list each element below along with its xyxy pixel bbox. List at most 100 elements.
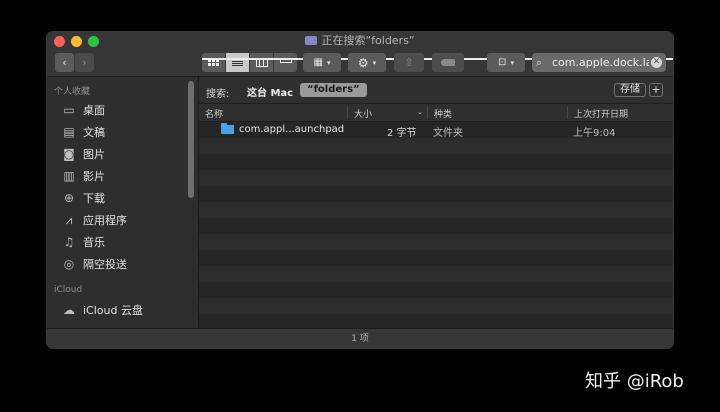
dropbox-button[interactable]: ⊡ ▾ bbox=[487, 53, 525, 72]
column-divider[interactable] bbox=[427, 106, 428, 119]
file-name-cell: com.appl...aunchpad bbox=[221, 123, 345, 135]
search-icon: ⌕ bbox=[536, 55, 543, 69]
chevron-left-icon: ‹ bbox=[62, 56, 67, 69]
column-divider[interactable] bbox=[567, 106, 568, 119]
sidebar-item-movies[interactable]: ▥ 影片 bbox=[61, 167, 105, 185]
back-button[interactable]: ‹ bbox=[55, 53, 74, 72]
sidebar-item-pictures[interactable]: ◙ 图片 bbox=[61, 145, 105, 163]
add-criteria-button[interactable]: + bbox=[649, 83, 663, 97]
title-bar: 正在搜索“folders” ‹ › ▦ ▾ ⚙ ▾ ⇧ ⊡ ▾ ⌕ com.ap… bbox=[47, 32, 673, 77]
file-rows: com.appl...aunchpad 2 字节 文件夹 上午9:04 bbox=[199, 122, 673, 328]
sidebar-item-documents[interactable]: ▤ 文稿 bbox=[61, 123, 105, 141]
dropbox-icon: ⊡ bbox=[498, 57, 507, 68]
cloud-icon: ☁ bbox=[63, 303, 75, 317]
empty-row bbox=[199, 250, 673, 266]
smart-folder-icon bbox=[305, 36, 318, 45]
airdrop-icon: ◎ bbox=[63, 257, 75, 271]
scope-folders-token[interactable]: “folders” bbox=[300, 83, 367, 97]
column-date-header[interactable]: 上次打开日期 bbox=[574, 107, 628, 120]
share-icon: ⇧ bbox=[404, 56, 414, 69]
list-view-button[interactable] bbox=[226, 53, 249, 72]
watermark-text: 知乎 @iRob bbox=[585, 371, 684, 392]
group-grid-icon: ▦ bbox=[313, 57, 323, 68]
search-input[interactable]: ⌕ com.apple.dock.lau ✕ bbox=[532, 53, 666, 72]
empty-row bbox=[199, 282, 673, 298]
sidebar-item-label: 桌面 bbox=[83, 104, 105, 117]
sidebar-favorites-header: 个人收藏 bbox=[54, 87, 91, 97]
column-divider[interactable] bbox=[347, 106, 348, 119]
view-mode-group bbox=[202, 53, 673, 72]
sidebar-item-label: 图片 bbox=[83, 148, 105, 161]
camera-icon: ◙ bbox=[63, 147, 75, 161]
column-kind-header[interactable]: 种类 bbox=[434, 107, 452, 120]
forward-button[interactable]: › bbox=[75, 53, 94, 72]
search-scope-bar: 搜索: 这台 Mac “folders” 存储 + bbox=[199, 77, 673, 104]
applications-icon: ⩘ bbox=[65, 212, 73, 227]
sidebar-item-label: 影片 bbox=[83, 170, 105, 183]
share-button[interactable]: ⇧ bbox=[394, 53, 424, 72]
desktop-icon: ▭ bbox=[63, 103, 75, 117]
empty-row bbox=[199, 298, 673, 314]
file-size: 2 字节 bbox=[387, 128, 417, 139]
tag-icon bbox=[441, 59, 455, 66]
scope-label: 搜索: bbox=[206, 89, 230, 100]
sidebar-item-airdrop[interactable]: ◎ 隔空投送 bbox=[61, 255, 127, 273]
sidebar-item-applications[interactable]: ⩘ 应用程序 bbox=[61, 211, 127, 229]
column-size-header[interactable]: 大小 bbox=[354, 107, 372, 120]
search-value: com.apple.dock.lau bbox=[552, 56, 649, 69]
sidebar-item-desktop[interactable]: ▭ 桌面 bbox=[61, 101, 105, 119]
chevron-right-icon: › bbox=[82, 56, 87, 69]
sidebar-item-label: 下载 bbox=[83, 192, 105, 205]
gallery-icon bbox=[202, 58, 673, 67]
gallery-view-button[interactable] bbox=[202, 53, 673, 72]
action-button[interactable]: ⚙ ▾ bbox=[348, 53, 386, 72]
music-icon: ♫ bbox=[63, 235, 75, 249]
chevron-down-icon: ▾ bbox=[326, 58, 331, 67]
file-date: 上午9:04 bbox=[573, 128, 616, 139]
scope-this-mac[interactable]: 这台 Mac bbox=[247, 84, 293, 99]
status-bar: 1 项 bbox=[47, 328, 673, 348]
file-row[interactable]: com.appl...aunchpad 2 字节 文件夹 上午9:04 bbox=[199, 122, 673, 139]
sidebar-item-label: 音乐 bbox=[83, 236, 105, 249]
sidebar-scrollbar[interactable] bbox=[188, 81, 194, 198]
window-title-text: 正在搜索“folders” bbox=[321, 34, 415, 47]
file-list-area: 搜索: 这台 Mac “folders” 存储 + 名称 大小 ⌄ 种类 上次打… bbox=[199, 77, 673, 328]
folder-icon bbox=[221, 123, 234, 134]
empty-row bbox=[199, 186, 673, 202]
sidebar-item-downloads[interactable]: ⊕ 下载 bbox=[61, 189, 105, 207]
empty-row bbox=[199, 202, 673, 218]
empty-row bbox=[199, 266, 673, 282]
empty-row bbox=[199, 218, 673, 234]
gear-icon: ⚙ bbox=[357, 55, 369, 70]
chevron-down-icon: ▾ bbox=[372, 58, 377, 67]
empty-row bbox=[199, 138, 673, 154]
empty-row bbox=[199, 234, 673, 250]
sort-chevron-icon: ⌄ bbox=[417, 108, 423, 116]
column-header: 名称 大小 ⌄ 种类 上次打开日期 bbox=[199, 104, 673, 122]
icon-view-button[interactable] bbox=[202, 53, 225, 72]
download-icon: ⊕ bbox=[63, 191, 75, 205]
save-search-button[interactable]: 存储 bbox=[614, 83, 646, 97]
sidebar-item-label: iCloud 云盘 bbox=[83, 304, 143, 317]
group-button[interactable]: ▦ ▾ bbox=[303, 53, 341, 72]
sidebar-item-label: 应用程序 bbox=[83, 214, 127, 227]
finder-window: 正在搜索“folders” ‹ › ▦ ▾ ⚙ ▾ ⇧ ⊡ ▾ ⌕ com.ap… bbox=[47, 32, 673, 348]
chevron-down-icon: ▾ bbox=[510, 58, 514, 67]
document-icon: ▤ bbox=[63, 125, 75, 139]
sidebar: 个人收藏 ▭ 桌面 ▤ 文稿 ◙ 图片 ▥ 影片 ⊕ 下载 ⩘ 应用程序 ♫ 音… bbox=[47, 77, 199, 328]
file-kind: 文件夹 bbox=[433, 128, 463, 139]
film-icon: ▥ bbox=[63, 169, 75, 183]
window-title: 正在搜索“folders” bbox=[47, 34, 673, 48]
empty-row bbox=[199, 170, 673, 186]
clear-search-icon[interactable]: ✕ bbox=[651, 57, 662, 68]
sidebar-item-label: 文稿 bbox=[83, 126, 105, 139]
sidebar-icloud-header: iCloud bbox=[54, 285, 83, 295]
empty-row bbox=[199, 154, 673, 170]
file-name: com.appl...aunchpad bbox=[239, 124, 345, 135]
sidebar-item-label: 隔空投送 bbox=[83, 258, 127, 271]
sidebar-item-icloud-drive[interactable]: ☁ iCloud 云盘 bbox=[61, 301, 143, 319]
tags-button[interactable] bbox=[432, 53, 464, 72]
column-name-header[interactable]: 名称 bbox=[205, 107, 223, 120]
sidebar-item-music[interactable]: ♫ 音乐 bbox=[61, 233, 105, 251]
column-view-button[interactable] bbox=[250, 53, 273, 72]
